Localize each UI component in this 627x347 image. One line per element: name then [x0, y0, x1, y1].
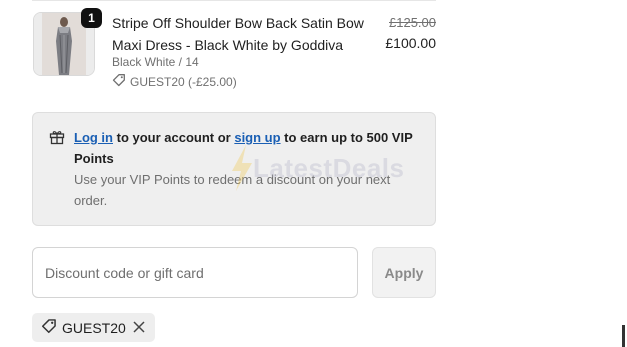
vip-points-banner: Log in to your account or sign up to ear…: [32, 112, 436, 226]
vip-subtext: Use your VIP Points to redeem a discount…: [74, 172, 391, 208]
product-variant: Black White / 14: [112, 55, 199, 69]
login-link[interactable]: Log in: [74, 130, 113, 145]
apply-button[interactable]: Apply: [372, 247, 436, 298]
line-discount-label: GUEST20 (-£25.00): [130, 74, 237, 89]
discount-code-input[interactable]: [32, 247, 358, 298]
applied-code-label: GUEST20: [62, 319, 126, 336]
top-divider: [32, 0, 436, 1]
tag-icon: [112, 73, 126, 90]
product-name: Stripe Off Shoulder Bow Back Satin Bow M…: [112, 15, 364, 53]
sale-price: £100.00: [385, 35, 436, 51]
tag-icon: [41, 318, 57, 337]
original-price: £125.00: [389, 15, 436, 30]
scrollbar-thumb[interactable]: [622, 325, 625, 347]
vip-message: Log in to your account or sign up to ear…: [74, 127, 424, 211]
line-discount: GUEST20 (-£25.00): [112, 73, 237, 90]
signup-link[interactable]: sign up: [234, 130, 280, 145]
applied-code-chip: GUEST20: [32, 313, 155, 342]
vip-middle-text: to your account or: [113, 130, 235, 145]
quantity-badge: 1: [81, 8, 102, 28]
remove-code-close-icon[interactable]: [132, 320, 146, 337]
gift-icon: [49, 129, 65, 150]
